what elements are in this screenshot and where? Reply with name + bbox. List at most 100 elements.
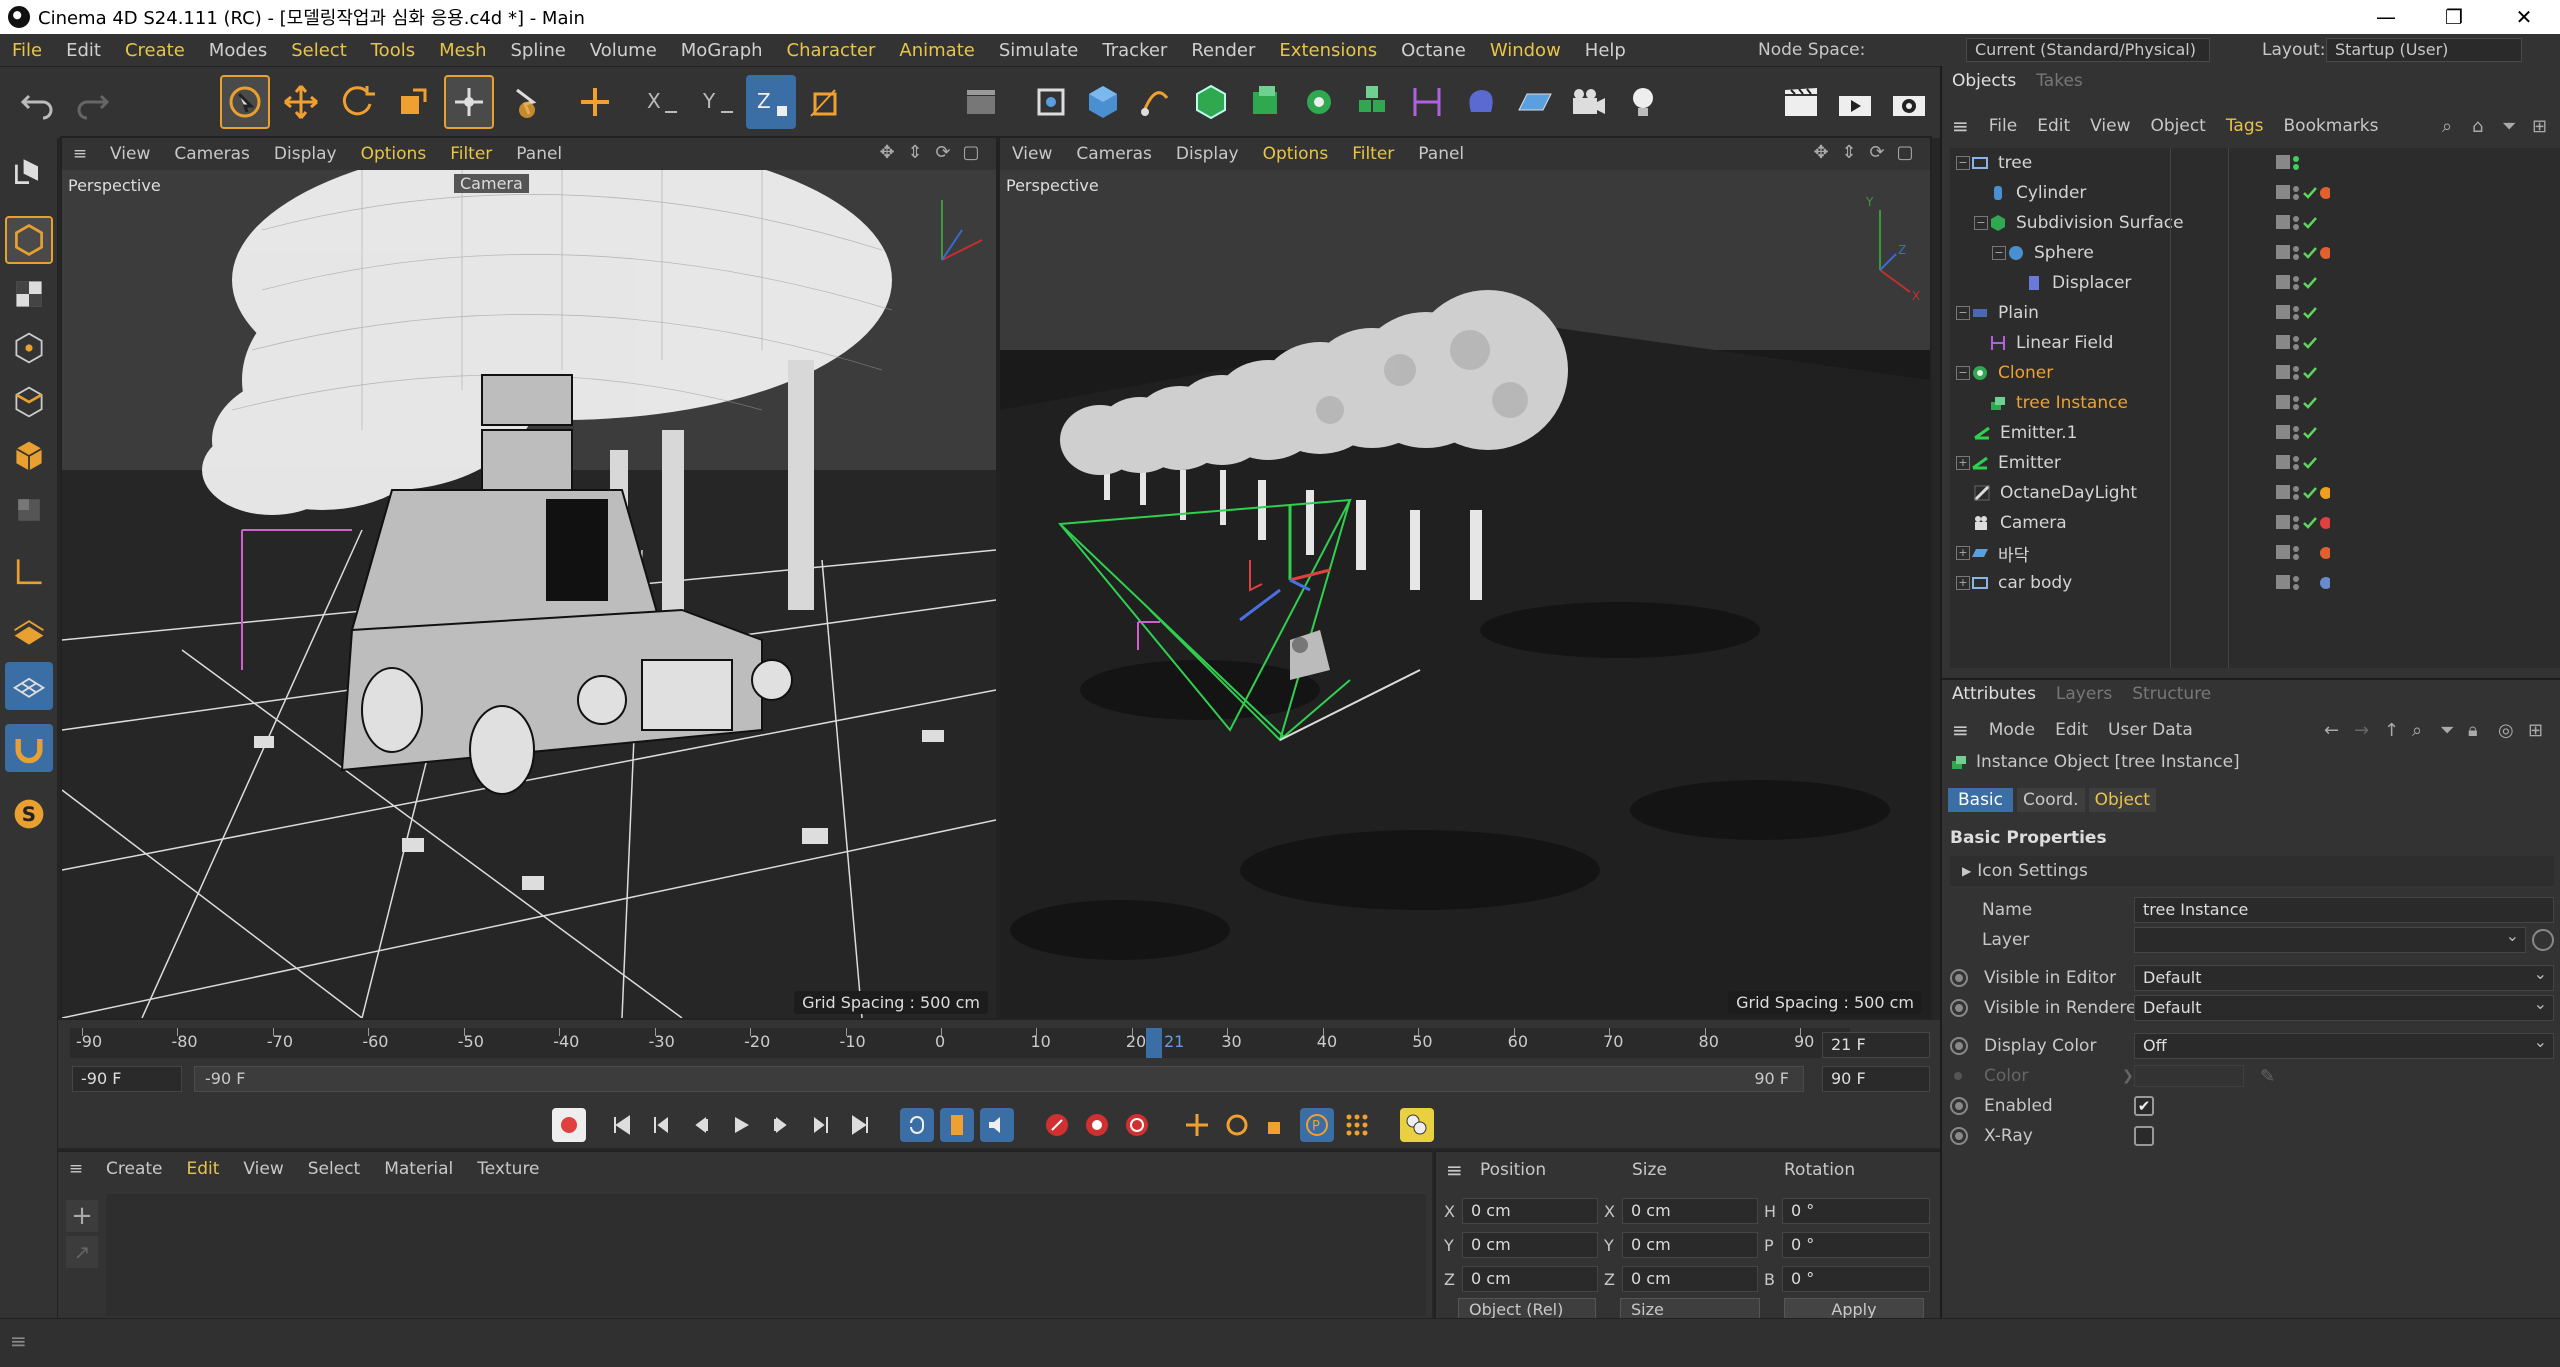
object-tag-icon[interactable] xyxy=(2320,487,2330,499)
y-axis-lock-button[interactable]: Y xyxy=(692,75,742,129)
keyframe-radio-icon[interactable] xyxy=(1950,1097,1968,1115)
eyedropper-icon[interactable]: ✎ xyxy=(2260,1066,2275,1087)
material-menu-texture[interactable]: Texture xyxy=(465,1159,551,1179)
editor-visibility-dot[interactable] xyxy=(2293,216,2299,222)
layer-color-swatch[interactable] xyxy=(2276,395,2290,409)
extra-tool-button[interactable] xyxy=(500,75,550,129)
timeline-ruler[interactable]: -90 -80 -70 -60 -50 -40 -30 -20 -10 0 10 20 30 40 50 60… xyxy=(70,1028,1850,1058)
go-to-end-button[interactable] xyxy=(844,1108,878,1142)
material-menu-edit[interactable]: Edit xyxy=(175,1159,232,1179)
end-frame-field[interactable]: 90 F xyxy=(1822,1066,1930,1092)
render-view-button[interactable] xyxy=(1776,75,1826,129)
vp-menu-view[interactable]: View xyxy=(98,144,162,164)
editor-visibility-dot[interactable] xyxy=(2293,396,2299,402)
layer-color-swatch[interactable] xyxy=(2276,425,2290,439)
attributes-menu-user-data[interactable]: User Data xyxy=(2098,720,2203,740)
editor-visibility-dot[interactable] xyxy=(2293,546,2299,552)
left-viewport[interactable]: ≡ View Cameras Display Options Filter Pa… xyxy=(60,136,998,1020)
playhead[interactable] xyxy=(1146,1028,1162,1058)
display-color-dropdown[interactable]: Off xyxy=(2134,1032,2554,1059)
right-viewport-scene[interactable]: Y X Z Perspective Grid Spacing : 500 cm xyxy=(1000,170,1930,1018)
lock-icon[interactable]: 🔒︎ xyxy=(2468,720,2478,741)
loop-button[interactable] xyxy=(900,1108,934,1142)
rot-b-field[interactable]: 0 ° xyxy=(1782,1266,1930,1292)
size-x-field[interactable]: 0 cm xyxy=(1622,1198,1758,1224)
expand-toggle[interactable]: + xyxy=(1956,456,1970,470)
expand-toggle[interactable]: − xyxy=(1974,216,1988,230)
key-scale-button[interactable] xyxy=(1260,1108,1294,1142)
object-tag-icon[interactable] xyxy=(2320,577,2330,589)
field-button[interactable] xyxy=(1402,75,1452,129)
undo-button[interactable] xyxy=(12,75,62,129)
pan-view-icon[interactable]: ✥ xyxy=(876,142,898,164)
tab-layers[interactable]: Layers xyxy=(2046,684,2122,704)
vp2-menu-panel[interactable]: Panel xyxy=(1406,144,1476,164)
layer-field[interactable] xyxy=(2134,926,2526,953)
scale-tool-button[interactable] xyxy=(388,75,438,129)
rotate-tool-button[interactable] xyxy=(332,75,382,129)
vp2-menu-display[interactable]: Display xyxy=(1164,144,1251,164)
object-tag-icon[interactable] xyxy=(2320,247,2330,259)
coord-hamburger-icon[interactable]: ≡ xyxy=(1446,1158,1463,1182)
subdivision-surface-button[interactable] xyxy=(1186,75,1236,129)
menu-tools[interactable]: Tools xyxy=(359,40,427,61)
start-frame-field[interactable]: -90 F xyxy=(72,1066,182,1092)
render-region-button[interactable] xyxy=(956,75,1006,129)
render-visibility-dot[interactable] xyxy=(2293,194,2299,200)
pos-y-field[interactable]: 0 cm xyxy=(1462,1232,1598,1258)
menu-octane[interactable]: Octane xyxy=(1389,40,1478,61)
menu-help[interactable]: Help xyxy=(1573,40,1638,61)
vp2-menu-filter[interactable]: Filter xyxy=(1340,144,1406,164)
editor-visibility-dot[interactable] xyxy=(2293,486,2299,492)
render-settings-button[interactable] xyxy=(1884,75,1934,129)
layer-color-swatch[interactable] xyxy=(2276,365,2290,379)
forward-arrow-icon[interactable]: → xyxy=(2354,720,2369,741)
record-active-objects-button[interactable] xyxy=(1040,1108,1074,1142)
close-button[interactable]: ✕ xyxy=(2490,0,2558,34)
icon-settings-group[interactable]: ▶ Icon Settings xyxy=(1950,856,2554,886)
filter-icon[interactable]: ⏷ xyxy=(2502,116,2516,137)
menu-window[interactable]: Window xyxy=(1478,40,1573,61)
keyframe-selection-button[interactable] xyxy=(1120,1108,1154,1142)
floor-button[interactable] xyxy=(1510,75,1560,129)
target-icon[interactable]: ◎ xyxy=(2498,720,2514,741)
filter-icon[interactable]: ⏷ xyxy=(2440,720,2454,741)
key-rotation-button[interactable] xyxy=(1220,1108,1254,1142)
object-tag-icon[interactable] xyxy=(2320,547,2330,559)
enabled-checkbox[interactable]: ✔ xyxy=(2134,1096,2154,1116)
expand-toggle[interactable]: + xyxy=(1956,576,1970,590)
key-position-button[interactable] xyxy=(1180,1108,1214,1142)
expand-arrow-icon[interactable]: ↗ xyxy=(66,1236,98,1268)
snap-grid-button[interactable] xyxy=(5,662,53,710)
key-parameter-button[interactable]: P xyxy=(1300,1108,1334,1142)
node-space-dropdown[interactable]: Current (Standard/Physical) xyxy=(1966,38,2210,62)
keyframe-radio-icon[interactable] xyxy=(1950,999,1968,1017)
layer-color-swatch[interactable] xyxy=(2276,335,2290,349)
editor-visibility-dot[interactable] xyxy=(2293,516,2299,522)
editor-visibility-dot[interactable] xyxy=(2293,456,2299,462)
go-to-start-button[interactable] xyxy=(604,1108,638,1142)
material-menu-create[interactable]: Create xyxy=(94,1159,175,1179)
render-visibility-dot[interactable] xyxy=(2293,224,2299,230)
layer-color-swatch[interactable] xyxy=(2276,155,2290,169)
objects-menu-view[interactable]: View xyxy=(2080,116,2140,136)
spline-pen-button[interactable] xyxy=(1026,75,1076,129)
vp-menu-filter[interactable]: Filter xyxy=(438,144,504,164)
render-visibility-dot[interactable] xyxy=(2293,284,2299,290)
zoom-view-icon[interactable]: ⇕ xyxy=(1838,142,1860,164)
vp-menu-display[interactable]: Display xyxy=(262,144,349,164)
enabled-checkmark-icon[interactable] xyxy=(2303,337,2317,349)
vp2-menu-cameras[interactable]: Cameras xyxy=(1064,144,1164,164)
tab-takes[interactable]: Takes xyxy=(2026,71,2093,91)
toggle-view-icon[interactable]: ▢ xyxy=(960,142,982,164)
world-coordinates-button[interactable] xyxy=(800,75,850,129)
live-selection-button[interactable] xyxy=(220,75,270,129)
editor-visibility-dot[interactable] xyxy=(2293,306,2299,312)
render-visibility-dot[interactable] xyxy=(2293,314,2299,320)
layer-picker-icon[interactable] xyxy=(2532,929,2554,951)
editor-visibility-dot[interactable] xyxy=(2293,366,2299,372)
enabled-checkmark-icon[interactable] xyxy=(2303,397,2317,409)
render-visibility-dot[interactable] xyxy=(2293,584,2299,590)
expand-toggle[interactable]: − xyxy=(1956,306,1970,320)
editor-visibility-dot[interactable] xyxy=(2293,156,2299,162)
